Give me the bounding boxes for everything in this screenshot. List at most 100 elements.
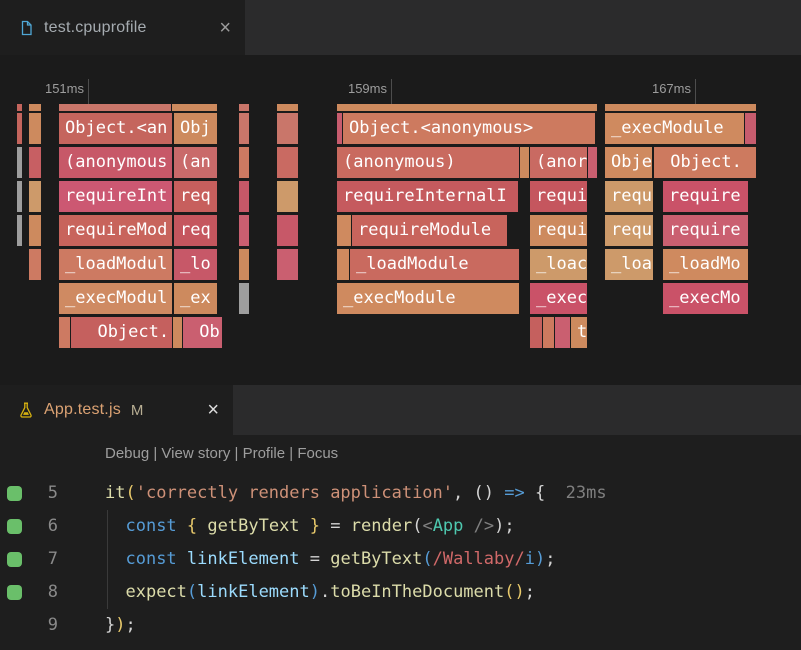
close-icon[interactable]: × [219,18,231,38]
flame-cell[interactable] [173,317,182,348]
flame-cell[interactable] [277,113,298,144]
flame-cell[interactable]: _exec [530,283,587,314]
flame-cell[interactable]: Object.<anonymous> [343,113,595,144]
flame-cell[interactable]: Object.<an [59,113,172,144]
flame-cell[interactable]: _lo [174,249,217,280]
flame-cell[interactable] [17,113,22,144]
flame-cell[interactable]: Obj [174,113,217,144]
flame-cell[interactable] [543,317,554,348]
flame-cell[interactable] [239,181,249,212]
flame-cell[interactable]: _execMo [663,283,748,314]
close-icon[interactable]: × [207,400,219,420]
flame-cell[interactable] [520,147,529,178]
flame-cell[interactable] [277,181,298,212]
flame-cell[interactable] [239,147,249,178]
flame-cell[interactable] [239,249,249,280]
flame-cell[interactable] [29,215,41,246]
flame-cell[interactable]: requi [530,181,587,212]
flame-cell[interactable]: requi [530,215,587,246]
flame-cell[interactable]: _execModule [605,113,744,144]
flame-cell[interactable] [17,104,22,111]
flame-cell[interactable] [17,181,22,212]
flame-cell[interactable]: t [571,317,587,348]
flame-cell[interactable]: Object. [654,147,756,178]
flame-cell[interactable] [29,181,41,212]
flame-cell[interactable]: (anonymous [59,147,172,178]
flame-cell[interactable] [29,249,41,280]
flame-cell[interactable]: Obje [605,147,652,178]
flame-cell[interactable]: requireMod [59,215,172,246]
flame-cell[interactable]: requ [605,215,653,246]
flame-cell[interactable] [337,113,342,144]
codelens-links[interactable]: Debug | View story | Profile | Focus [105,445,338,462]
code-text: const { getByText } = render(<App />); [105,510,515,543]
flame-cell[interactable]: (anor [530,147,587,178]
flame-cell[interactable]: require [663,215,748,246]
code-line[interactable]: 5it('correctly renders application', () … [0,477,801,510]
flame-cell[interactable] [337,215,351,246]
flame-cell[interactable] [277,249,298,280]
flame-cell[interactable] [59,317,70,348]
code-text: expect(linkElement).toBeInTheDocument(); [105,576,535,609]
flame-cell[interactable]: (anonymous) [337,147,519,178]
line-number: 6 [34,510,58,543]
flame-cell[interactable] [745,113,756,144]
flame-cell[interactable] [588,147,597,178]
code-text: it('correctly renders application', () =… [105,477,607,510]
ruler-tick-label: 151ms [24,81,84,96]
flame-cell[interactable] [605,104,756,111]
flame-cell[interactable]: (an [174,147,217,178]
line-number: 7 [34,543,58,576]
flame-cell[interactable]: _loadModule [350,249,519,280]
flame-cell[interactable]: Object. [71,317,172,348]
flame-cell[interactable] [29,104,41,111]
coverage-indicator[interactable] [7,519,22,534]
flame-cell[interactable] [17,147,22,178]
flame-cell[interactable]: requireInternalI [337,181,518,212]
flame-cell[interactable] [337,249,349,280]
flame-cell[interactable]: req [174,181,217,212]
flame-cell[interactable]: Ob [183,317,222,348]
flame-cell[interactable]: requ [605,181,653,212]
code-lines: 5it('correctly renders application', () … [0,477,801,642]
modified-badge: M [131,402,144,419]
flame-cell[interactable]: _loadMo [663,249,748,280]
flame-cell[interactable] [29,113,41,144]
flame-cell[interactable] [239,215,249,246]
flame-cell[interactable]: _loac [530,249,587,280]
editor-tabbar: App.test.js M × [0,385,801,435]
flame-cell[interactable]: requireModule [352,215,507,246]
code-line[interactable]: 7 const linkElement = getByText(/Wallaby… [0,543,801,576]
flame-cell[interactable]: _execModule [337,283,519,314]
profile-tabbar: test.cpuprofile × [0,0,801,55]
flame-cell[interactable]: _loadModul [59,249,172,280]
flame-cell[interactable] [172,104,217,111]
code-line[interactable]: 9}); [0,609,801,642]
tab-app-test-js[interactable]: App.test.js M × [0,385,233,435]
coverage-indicator[interactable] [7,552,22,567]
coverage-indicator[interactable] [7,486,22,501]
flame-cell[interactable] [555,317,570,348]
flame-cell[interactable] [239,113,249,144]
flame-cell[interactable]: _loa [605,249,653,280]
flame-cell[interactable] [337,104,597,111]
flame-cell[interactable]: _ex [174,283,217,314]
flame-cell[interactable]: requireInt [59,181,172,212]
file-icon [18,20,34,36]
coverage-indicator[interactable] [7,585,22,600]
flame-cell[interactable]: require [663,181,748,212]
flame-cell[interactable] [277,215,298,246]
tab-test-cpuprofile[interactable]: test.cpuprofile × [0,0,245,55]
code-line[interactable]: 6 const { getByText } = render(<App />); [0,510,801,543]
flame-cell[interactable] [239,104,249,111]
flame-cell[interactable] [29,147,41,178]
flame-cell[interactable] [277,104,298,111]
flame-cell[interactable] [239,283,249,314]
flame-cell[interactable]: req [174,215,217,246]
flame-cell[interactable] [59,104,171,111]
code-line[interactable]: 8 expect(linkElement).toBeInTheDocument(… [0,576,801,609]
flame-cell[interactable] [17,215,22,246]
flame-cell[interactable]: _execModul [59,283,172,314]
flame-cell[interactable] [530,317,542,348]
flame-cell[interactable] [277,147,298,178]
